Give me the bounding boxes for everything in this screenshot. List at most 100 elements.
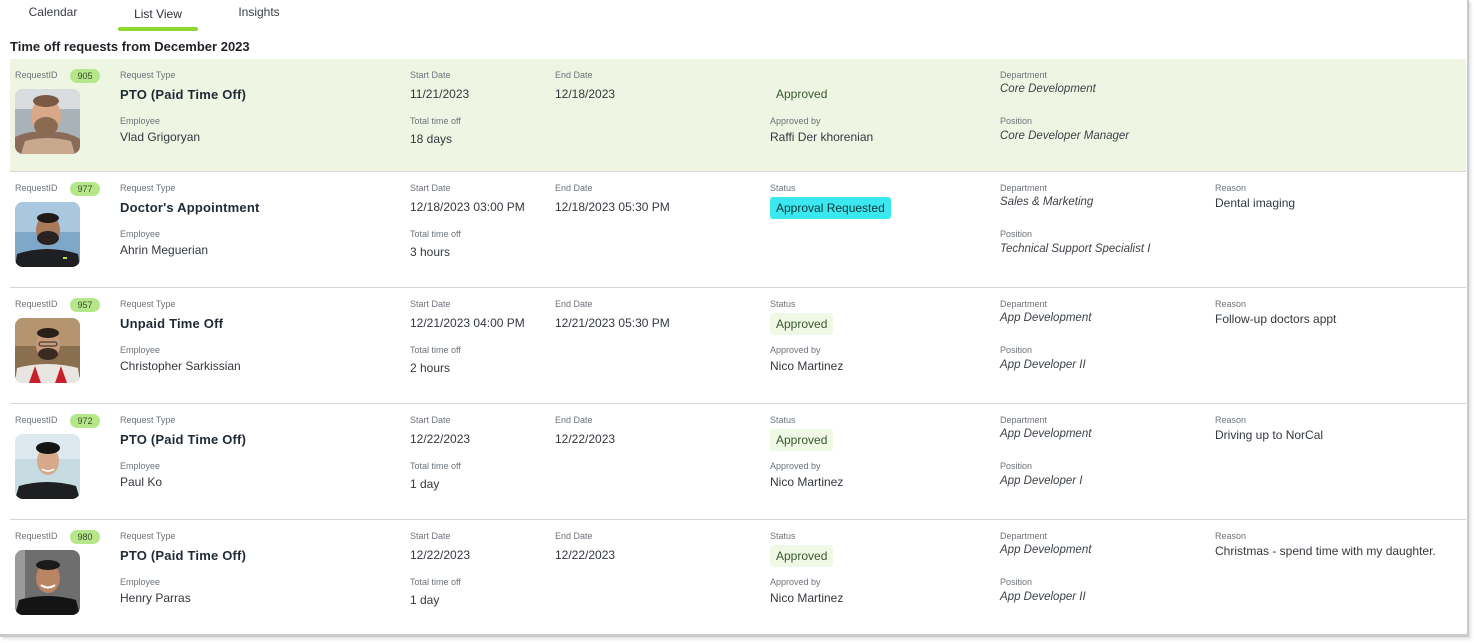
view-tabs: Calendar List View Insights: [0, 0, 1467, 31]
end-date-value: 12/21/2023 05:30 PM: [555, 316, 670, 330]
position-label: Position: [1000, 461, 1033, 471]
employee-label: Employee: [120, 229, 161, 239]
status-badge: Approved: [770, 429, 834, 451]
request-id-badge: 957: [70, 298, 100, 312]
request-id-badge: 977: [70, 182, 100, 196]
reason-value: Christmas - spend time with my daughter.: [1215, 544, 1436, 558]
request-row[interactable]: RequestID 972 Request Type PTO (Paid Tim…: [10, 404, 1466, 520]
end-date-label: End Date: [555, 299, 593, 309]
approved-by-value: Nico Martinez: [770, 475, 844, 489]
end-date-value: 12/18/2023: [555, 87, 616, 101]
request-row[interactable]: RequestID 977 Request Type Doctor's Appo…: [10, 172, 1466, 288]
end-date-label: End Date: [555, 415, 593, 425]
request-type-label: Request Type: [120, 183, 176, 193]
position-value: Core Developer Manager: [1000, 130, 1130, 142]
department-label: Department: [1000, 415, 1048, 425]
end-date-label: End Date: [555, 70, 593, 80]
employee-label: Employee: [120, 577, 161, 587]
request-id-label: RequestID: [15, 415, 58, 425]
status-badge: Approval Requested: [770, 197, 891, 219]
start-date-value: 12/22/2023: [410, 548, 471, 562]
request-id-label: RequestID: [15, 70, 58, 80]
start-date-value: 12/21/2023 04:00 PM: [410, 316, 525, 330]
request-type-label: Request Type: [120, 299, 176, 309]
total-time-off-label: Total time off: [410, 461, 461, 471]
active-tab-indicator: [118, 27, 198, 31]
department-label: Department: [1000, 299, 1048, 309]
start-date-value: 12/22/2023: [410, 432, 471, 446]
tab-label: List View: [134, 7, 182, 21]
total-time-off-value: 18 days: [410, 132, 453, 146]
employee-name: Paul Ko: [120, 475, 163, 489]
position-value: App Developer I: [1000, 475, 1083, 487]
position-label: Position: [1000, 229, 1033, 239]
page-title: Time off requests from December 2023: [10, 39, 250, 54]
approved-by-value: Nico Martinez: [770, 359, 844, 373]
start-date-label: Start Date: [410, 183, 451, 193]
request-type-value: PTO (Paid Time Off): [120, 432, 247, 447]
total-time-off-value: 1 day: [410, 593, 440, 607]
request-id-label: RequestID: [15, 183, 58, 193]
reason-label: Reason: [1215, 299, 1247, 309]
start-date-label: Start Date: [410, 415, 451, 425]
reason-label: Reason: [1215, 183, 1247, 193]
request-row[interactable]: RequestID 980 Request Type PTO (Paid Tim…: [10, 520, 1466, 636]
employee-avatar: [15, 318, 80, 383]
total-time-off-value: 3 hours: [410, 245, 451, 259]
status-label: Status: [770, 183, 796, 193]
total-time-off-value: 2 hours: [410, 361, 451, 375]
employee-name: Henry Parras: [120, 591, 191, 605]
department-value: App Development: [1000, 428, 1092, 440]
department-value: Core Development: [1000, 83, 1096, 95]
request-type-label: Request Type: [120, 70, 176, 80]
employee-label: Employee: [120, 461, 161, 471]
tab-calendar[interactable]: Calendar: [27, 5, 79, 27]
start-date-label: Start Date: [410, 299, 451, 309]
reason-label: Reason: [1215, 415, 1247, 425]
request-row[interactable]: RequestID 905 Request Type PTO (Paid Tim…: [10, 59, 1466, 172]
reason-value: Follow-up doctors appt: [1215, 312, 1337, 326]
employee-avatar: [15, 89, 80, 154]
status-label: Status: [770, 299, 796, 309]
position-value: App Developer II: [1000, 359, 1086, 371]
request-row[interactable]: RequestID 957 Request Type Unpaid Time O…: [10, 288, 1466, 404]
employee-avatar: [15, 434, 80, 499]
start-date-value: 12/18/2023 03:00 PM: [410, 200, 525, 214]
employee-label: Employee: [120, 345, 161, 355]
employee-avatar: [15, 550, 80, 615]
department-label: Department: [1000, 531, 1048, 541]
position-label: Position: [1000, 116, 1033, 126]
start-date-label: Start Date: [410, 531, 451, 541]
tab-list-view[interactable]: List View: [118, 7, 198, 31]
request-type-label: Request Type: [120, 415, 176, 425]
status-badge: Approved: [776, 87, 828, 101]
total-time-off-label: Total time off: [410, 345, 461, 355]
status-badge: Approved: [770, 313, 834, 335]
position-value: Technical Support Specialist I: [1000, 243, 1151, 255]
request-type-value: Unpaid Time Off: [120, 316, 224, 331]
employee-name: Christopher Sarkissian: [120, 359, 241, 373]
end-date-label: End Date: [555, 183, 593, 193]
department-value: App Development: [1000, 312, 1092, 324]
approved-by-label: Approved by: [770, 345, 821, 355]
status-label: Status: [770, 531, 796, 541]
request-type-value: PTO (Paid Time Off): [120, 548, 247, 563]
request-id-badge: 972: [70, 414, 100, 428]
department-value: App Development: [1000, 544, 1092, 556]
department-label: Department: [1000, 70, 1048, 80]
start-date-label: Start Date: [410, 70, 451, 80]
tab-label: Insights: [238, 5, 280, 19]
employee-name: Vlad Grigoryan: [120, 130, 201, 144]
position-value: App Developer II: [1000, 591, 1086, 603]
approved-by-value: Nico Martinez: [770, 591, 844, 605]
reason-value: Dental imaging: [1215, 196, 1296, 210]
start-date-value: 11/21/2023: [410, 87, 470, 101]
approved-by-label: Approved by: [770, 577, 821, 587]
tab-insights[interactable]: Insights: [237, 5, 281, 27]
total-time-off-label: Total time off: [410, 229, 461, 239]
department-label: Department: [1000, 183, 1048, 193]
end-date-label: End Date: [555, 531, 593, 541]
end-date-value: 12/22/2023: [555, 432, 616, 446]
total-time-off-label: Total time off: [410, 116, 461, 126]
approved-by-value: Raffi Der khorenian: [770, 130, 874, 144]
